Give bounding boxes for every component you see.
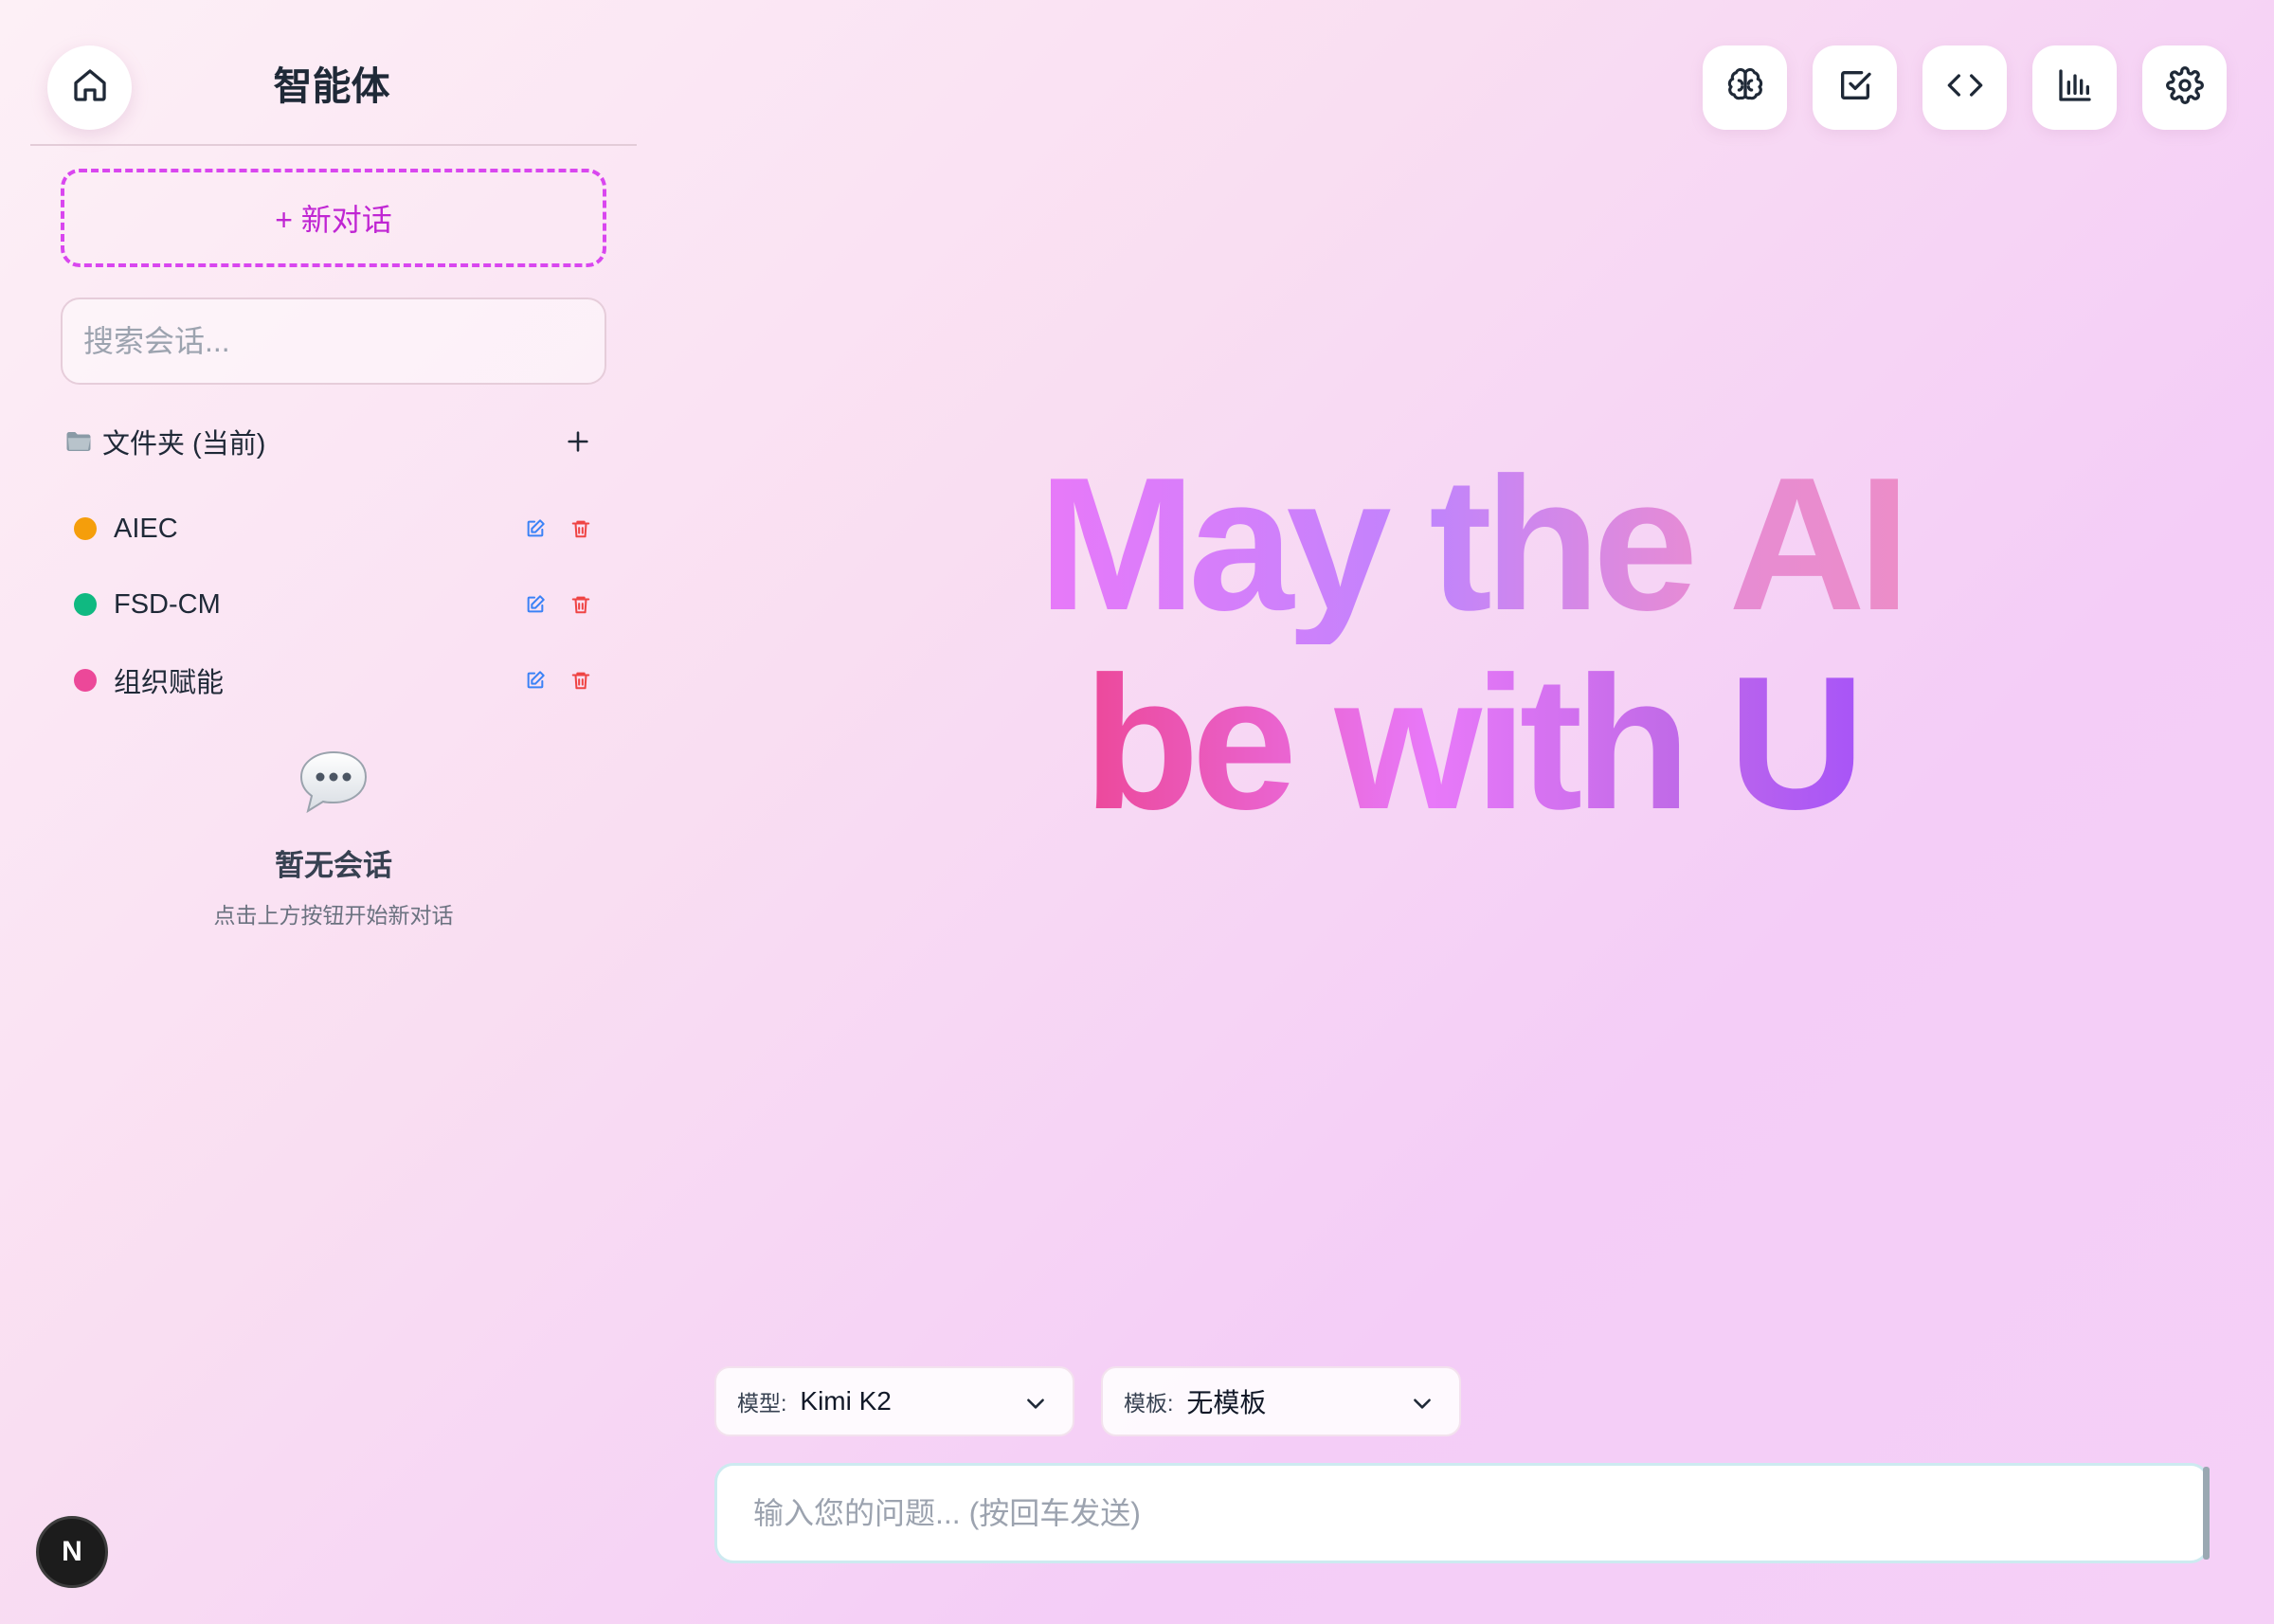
new-chat-button[interactable]: + 新对话 [61, 169, 606, 267]
speech-bubble-icon [298, 747, 370, 819]
folder-header-label: 文件夹 (当前) [102, 429, 266, 460]
model-select[interactable]: 模型: Kimi K2 [714, 1366, 1074, 1436]
sidebar-divider [30, 144, 637, 146]
top-toolbar [1703, 45, 2227, 130]
folder-name: 组织赋能 [114, 668, 225, 698]
template-select-value: 无模板 [1186, 1388, 1267, 1417]
add-folder-button[interactable] [557, 421, 599, 462]
template-select-label: 模板: [1124, 1391, 1174, 1416]
edit-icon[interactable] [523, 668, 548, 693]
settings-icon [2165, 66, 2204, 109]
model-select-label: 模型: [737, 1391, 787, 1416]
folder-item-aiec[interactable]: AIEC [74, 491, 593, 567]
sidebar-title: 智能体 [273, 64, 390, 108]
chat-input-scrollbar[interactable] [2203, 1467, 2210, 1560]
framework-badge[interactable]: N [36, 1516, 108, 1588]
model-select-value: Kimi K2 [800, 1386, 892, 1416]
code-icon [1946, 66, 1984, 109]
chat-input[interactable] [753, 1495, 2171, 1531]
brain-icon [1726, 66, 1764, 109]
folder-item-fsd-cm[interactable]: FSD-CM [74, 567, 593, 642]
empty-hint: 点击上方按钮开始新对话 [213, 903, 454, 928]
badge-letter: N [62, 1536, 82, 1567]
tasks-button[interactable] [1813, 45, 1897, 130]
empty-title: 暂无会话 [275, 849, 392, 882]
hero-line-2: be with U [1083, 638, 1866, 849]
delete-icon[interactable] [568, 668, 593, 693]
folder-list: AIEC FSD-CM 组织赋能 [74, 491, 593, 718]
delete-icon[interactable] [568, 592, 593, 617]
folder-name: FSD-CM [114, 588, 221, 620]
home-icon [71, 66, 109, 109]
folder-icon [64, 427, 93, 456]
edit-icon[interactable] [523, 592, 548, 617]
hero-line-1: May the AI [1038, 439, 1911, 650]
chevron-down-icon [1023, 1391, 1048, 1416]
chat-input-box [714, 1463, 2210, 1563]
folder-header: 文件夹 (当前) [64, 421, 599, 462]
home-button[interactable] [47, 45, 132, 130]
template-select[interactable]: 模板: 无模板 [1101, 1366, 1461, 1436]
folder-name: AIEC [114, 513, 178, 544]
folder-color-dot [74, 669, 97, 692]
empty-state: 暂无会话 点击上方按钮开始新对话 [61, 747, 606, 929]
bar-chart-icon [2056, 66, 2094, 109]
folder-color-dot [74, 593, 97, 616]
settings-button[interactable] [2142, 45, 2227, 130]
analytics-button[interactable] [2032, 45, 2117, 130]
folder-item-org-enablement[interactable]: 组织赋能 [74, 642, 593, 718]
brain-button[interactable] [1703, 45, 1787, 130]
edit-icon[interactable] [523, 516, 548, 541]
search-conversations-input[interactable] [61, 298, 606, 385]
hero-heading: May the AI be with U [667, 445, 2274, 843]
folder-color-dot [74, 517, 97, 540]
chevron-down-icon [1410, 1391, 1435, 1416]
code-button[interactable] [1922, 45, 2007, 130]
delete-icon[interactable] [568, 516, 593, 541]
sidebar: 智能体 + 新对话 文件夹 (当前) AIEC FSD-CM [0, 0, 667, 1624]
checkbox-icon [1836, 66, 1874, 109]
